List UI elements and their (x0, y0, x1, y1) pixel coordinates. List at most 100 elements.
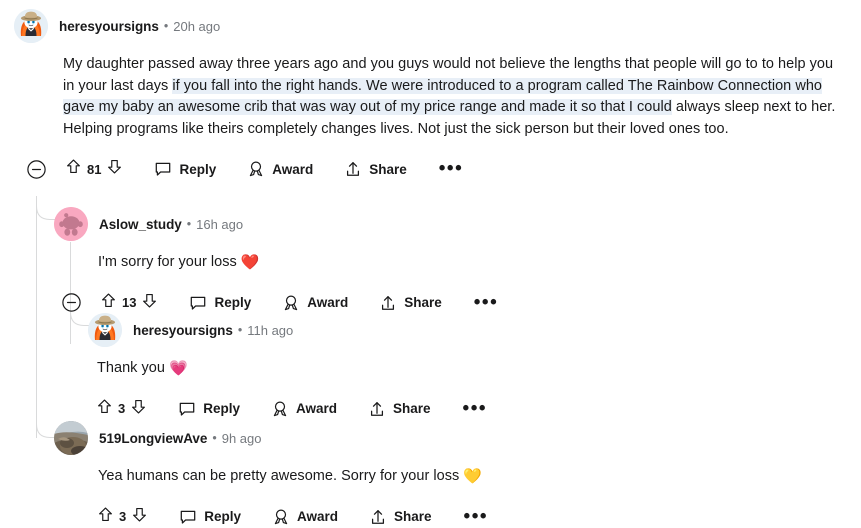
snoo-cowboy-avatar[interactable] (14, 9, 48, 43)
share-label: Share (404, 295, 442, 310)
reply-label: Reply (214, 295, 252, 310)
comment-bubble-icon (191, 296, 206, 310)
comment-519longviewave: 519LongviewAve • 9h ago Yea humans can b… (54, 420, 834, 528)
comment-username[interactable]: heresyoursigns (59, 19, 159, 34)
award-medal-icon (285, 294, 298, 310)
comment-thread-page: heresyoursigns • 20h ago My daughter pas… (0, 0, 861, 528)
snoo-cowboy-avatar[interactable] (88, 313, 122, 347)
meta-separator: • (212, 431, 217, 445)
award-button[interactable]: Award (282, 294, 348, 312)
comment-username[interactable]: Aslow_study (99, 217, 182, 232)
meta-separator: • (237, 323, 243, 337)
comment-action-bar: 3 Reply Award Share ••• (97, 506, 834, 528)
reply-button[interactable]: Reply (189, 294, 251, 312)
comment-header: 519LongviewAve • 9h ago (54, 420, 834, 456)
comment-bubble-icon (156, 162, 171, 176)
more-options-button[interactable]: ••• (474, 293, 498, 312)
upvote-button[interactable] (100, 292, 117, 314)
downvote-button[interactable] (130, 398, 147, 420)
comment-aslow-study: Aslow_study • 16h ago I'm sorry for your… (54, 206, 834, 314)
comment-bubble-icon (180, 510, 196, 524)
vote-score: 81 (87, 161, 102, 177)
award-label: Award (297, 509, 339, 524)
more-options-button[interactable]: ••• (464, 507, 488, 526)
comment-username[interactable]: heresyoursigns (133, 323, 233, 338)
comment-bubble-icon (179, 402, 195, 416)
share-button[interactable]: Share (368, 400, 431, 418)
meta-separator: • (163, 19, 169, 33)
reply-label: Reply (203, 401, 240, 416)
reply-button[interactable]: Reply (154, 160, 216, 178)
comment-body-text: Yea humans can be pretty awesome. Sorry … (98, 468, 464, 484)
collapse-thread-button[interactable] (27, 159, 46, 179)
comment-body: Yea humans can be pretty awesome. Sorry … (98, 466, 834, 488)
comment-heresyoursigns-reply: heresyoursigns • 11h ago Thank you 💗 3 R… (88, 312, 828, 420)
comment-body: Thank you 💗 (97, 358, 828, 380)
upvote-button[interactable] (65, 158, 82, 180)
comment-body-text: Thank you (97, 360, 170, 376)
comment-timestamp[interactable]: 11h ago (247, 323, 293, 338)
comment-timestamp[interactable]: 20h ago (173, 19, 220, 34)
award-medal-icon (273, 400, 287, 416)
photo-avatar[interactable] (54, 421, 88, 455)
downvote-button[interactable] (131, 506, 148, 528)
snoo-pink-avatar[interactable] (54, 207, 88, 241)
upvote-button[interactable] (96, 398, 113, 420)
share-label: Share (393, 401, 431, 416)
comment-body: I'm sorry for your loss ❤️ (98, 252, 834, 274)
avatar-art (54, 207, 88, 241)
award-button[interactable]: Award (272, 508, 338, 526)
vote-group: 13 (100, 292, 158, 314)
share-upload-icon (382, 295, 395, 310)
red-heart-emoji: ❤️ (240, 254, 260, 271)
vote-group: 3 (97, 506, 148, 528)
more-options-button[interactable]: ••• (463, 399, 487, 418)
comment-heresyoursigns-top: heresyoursigns • 20h ago My daughter pas… (14, 8, 844, 180)
vote-score: 3 (119, 509, 127, 524)
upvote-button[interactable] (97, 506, 114, 528)
more-options-button[interactable]: ••• (439, 159, 463, 178)
vote-score: 3 (118, 401, 126, 416)
avatar-art (14, 9, 48, 43)
share-button[interactable]: Share (344, 160, 407, 178)
share-button[interactable]: Share (369, 508, 432, 526)
comment-timestamp[interactable]: 16h ago (196, 217, 243, 232)
comment-timestamp[interactable]: 9h ago (222, 431, 262, 446)
reply-button[interactable]: Reply (179, 508, 241, 526)
vote-score: 13 (122, 295, 137, 310)
award-label: Award (272, 161, 314, 177)
vote-group: 81 (65, 158, 123, 180)
reply-label: Reply (204, 509, 241, 524)
award-button[interactable]: Award (247, 160, 313, 178)
yellow-heart-emoji: 💛 (463, 468, 483, 485)
comment-body-text: I'm sorry for your loss (98, 254, 241, 270)
comment-action-bar: 81 Reply Award Share ••• (27, 158, 844, 180)
avatar-art (88, 313, 122, 347)
pink-heart-emoji: 💗 (169, 360, 188, 377)
reply-label: Reply (179, 161, 217, 177)
downvote-button[interactable] (141, 292, 158, 314)
meta-separator: • (186, 217, 192, 231)
downvote-button[interactable] (106, 158, 123, 180)
comment-action-bar: 13 Reply Award Share ••• (62, 292, 834, 314)
comment-action-bar: 3 Reply Award Share ••• (96, 398, 828, 420)
award-medal-icon (250, 161, 263, 177)
reply-button[interactable]: Reply (178, 400, 240, 418)
award-label: Award (307, 295, 349, 310)
share-label: Share (394, 509, 432, 524)
comment-header: heresyoursigns • 20h ago (14, 8, 844, 44)
thread-line-root[interactable] (36, 196, 37, 438)
share-upload-icon (371, 509, 385, 524)
share-upload-icon (347, 162, 360, 176)
share-upload-icon (370, 401, 384, 416)
award-medal-icon (274, 508, 288, 524)
comment-username[interactable]: 519LongviewAve (99, 431, 207, 446)
award-button[interactable]: Award (271, 400, 337, 418)
comment-header: Aslow_study • 16h ago (54, 206, 834, 242)
collapse-thread-button[interactable] (62, 293, 81, 312)
comment-header: heresyoursigns • 11h ago (88, 312, 828, 348)
share-label: Share (369, 161, 407, 177)
vote-group: 3 (96, 398, 147, 420)
share-button[interactable]: Share (379, 294, 442, 312)
avatar-art (54, 421, 88, 455)
